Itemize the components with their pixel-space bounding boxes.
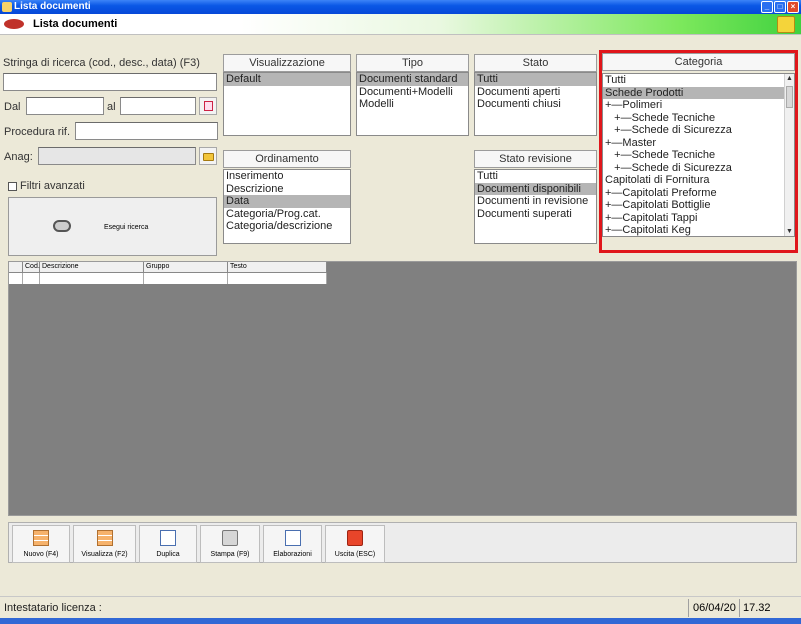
processing-doc-icon [284,530,301,546]
search-query-label: Stringa di ricerca (cod., desc., data) (… [3,57,200,69]
new-button-label: Nuovo (F4) [23,551,59,558]
list-item[interactable]: Tutti [475,73,596,86]
list-item[interactable]: Inserimento [224,170,350,183]
page-title: Lista documenti [33,18,118,30]
list-item[interactable]: Tutti [475,170,596,183]
procedure-input[interactable] [75,122,218,140]
results-grid[interactable]: Cod. Descrizione Gruppo Testo [8,261,797,516]
new-button[interactable]: Nuovo (F4) [12,525,70,563]
printer-icon [222,530,238,546]
duplicate-doc-icon [160,530,176,546]
exit-button[interactable]: Uscita (ESC) [325,525,385,563]
status-bar: Intestatario licenza : 06/04/20 17.32 [0,596,801,618]
categoria-highlight-frame [599,50,798,253]
list-item[interactable]: Documenti superati [475,208,596,221]
procedure-label: Procedura rif. [4,126,71,138]
taskbar [0,618,801,624]
print-button[interactable]: Stampa (F9) [200,525,260,563]
panel-tipo-title: Tipo [356,54,469,72]
new-grid-icon [33,530,49,546]
header-band: Lista documenti [0,14,801,35]
binoculars-icon [53,220,71,232]
close-button[interactable]: × [787,1,799,13]
panel-visualizzazione-title: Visualizzazione [223,54,351,72]
maximize-button[interactable]: □ [774,1,786,13]
duplicate-button-label: Duplica [156,551,180,558]
list-item[interactable]: Documenti chiusi [475,98,596,111]
exit-icon [347,530,363,546]
anag-browse-button[interactable] [199,147,217,165]
help-book-icon[interactable] [777,16,795,33]
processing-button-label: Elaborazioni [273,551,312,558]
from-date-input[interactable] [26,97,104,115]
window-title: Lista documenti [14,1,91,12]
status-date: 06/04/20 [693,602,736,614]
panel-visualizzazione-list[interactable]: Default [223,72,351,136]
panel-stato-title: Stato [474,54,597,72]
table-row[interactable] [9,273,327,284]
to-date-label: al [107,101,116,113]
duplicate-button[interactable]: Duplica [139,525,197,563]
list-item[interactable]: Descrizione [224,183,350,196]
advanced-filters-checkbox[interactable] [8,182,17,191]
calendar-button[interactable] [199,97,217,115]
panel-stato-list[interactable]: Tutti Documenti aperti Documenti chiusi [474,72,597,136]
to-date-input[interactable] [120,97,196,115]
list-item[interactable]: Categoria/descrizione [224,220,350,233]
status-time: 17.32 [743,602,771,614]
panel-ordinamento-list[interactable]: Inserimento Descrizione Data Categoria/Prog… [223,169,351,244]
view-button-label: Visualizza (F2) [81,551,128,558]
list-item[interactable]: Modelli [357,98,468,111]
view-grid-icon [96,530,113,546]
bottom-toolbar: Nuovo (F4) Visualizza (F2) Duplica Stamp… [8,522,797,563]
anag-input[interactable] [38,147,196,165]
advanced-filters-label: Filtri avanzati [20,180,85,192]
view-button[interactable]: Visualizza (F2) [73,525,136,563]
processing-button[interactable]: Elaborazioni [263,525,322,563]
panel-tipo-list[interactable]: Documenti standard Documenti+Modelli Model… [356,72,469,136]
grid-col-cod[interactable]: Cod. [23,262,40,272]
license-label: Intestatario licenza : [4,602,102,614]
list-item[interactable]: Documenti+Modelli [357,86,468,99]
panel-stato-revisione-title: Stato revisione [474,150,597,168]
calendar-icon [204,101,213,111]
exit-button-label: Uscita (ESC) [334,551,376,558]
list-item[interactable]: Documenti disponibili [475,182,596,195]
list-item[interactable]: Documenti standard [357,73,468,86]
from-date-label: Dal [4,101,21,113]
execute-search-label: Esegui ricerca [104,224,149,231]
status-separator [739,599,740,617]
grid-header: Cod. Descrizione Gruppo Testo [9,262,327,273]
execute-search-button[interactable]: Esegui ricerca [8,197,217,256]
status-separator [688,599,689,617]
grid-col-gruppo[interactable]: Gruppo [144,262,228,272]
grid-col-testo[interactable]: Testo [228,262,327,272]
minimize-button[interactable]: _ [761,1,773,13]
search-input[interactable] [3,73,217,91]
grid-col-select[interactable] [9,262,23,272]
grid-col-descrizione[interactable]: Descrizione [40,262,144,272]
window-titlebar: Lista documenti _ □ × [0,0,801,14]
list-item[interactable]: Documenti aperti [475,86,596,99]
list-item[interactable]: Categoria/Prog.cat. [224,208,350,221]
panel-ordinamento-title: Ordinamento [223,150,351,168]
list-item[interactable]: Default [224,73,350,86]
list-item[interactable]: Data [224,195,350,208]
logo-icon [4,19,24,29]
anag-label: Anag: [4,151,33,163]
list-item[interactable]: Documenti in revisione [475,195,596,208]
app-icon [2,2,12,12]
panel-stato-revisione-list[interactable]: Tutti Documenti disponibili Documenti in r… [474,169,597,244]
print-button-label: Stampa (F9) [210,551,250,558]
folder-icon [203,153,214,161]
